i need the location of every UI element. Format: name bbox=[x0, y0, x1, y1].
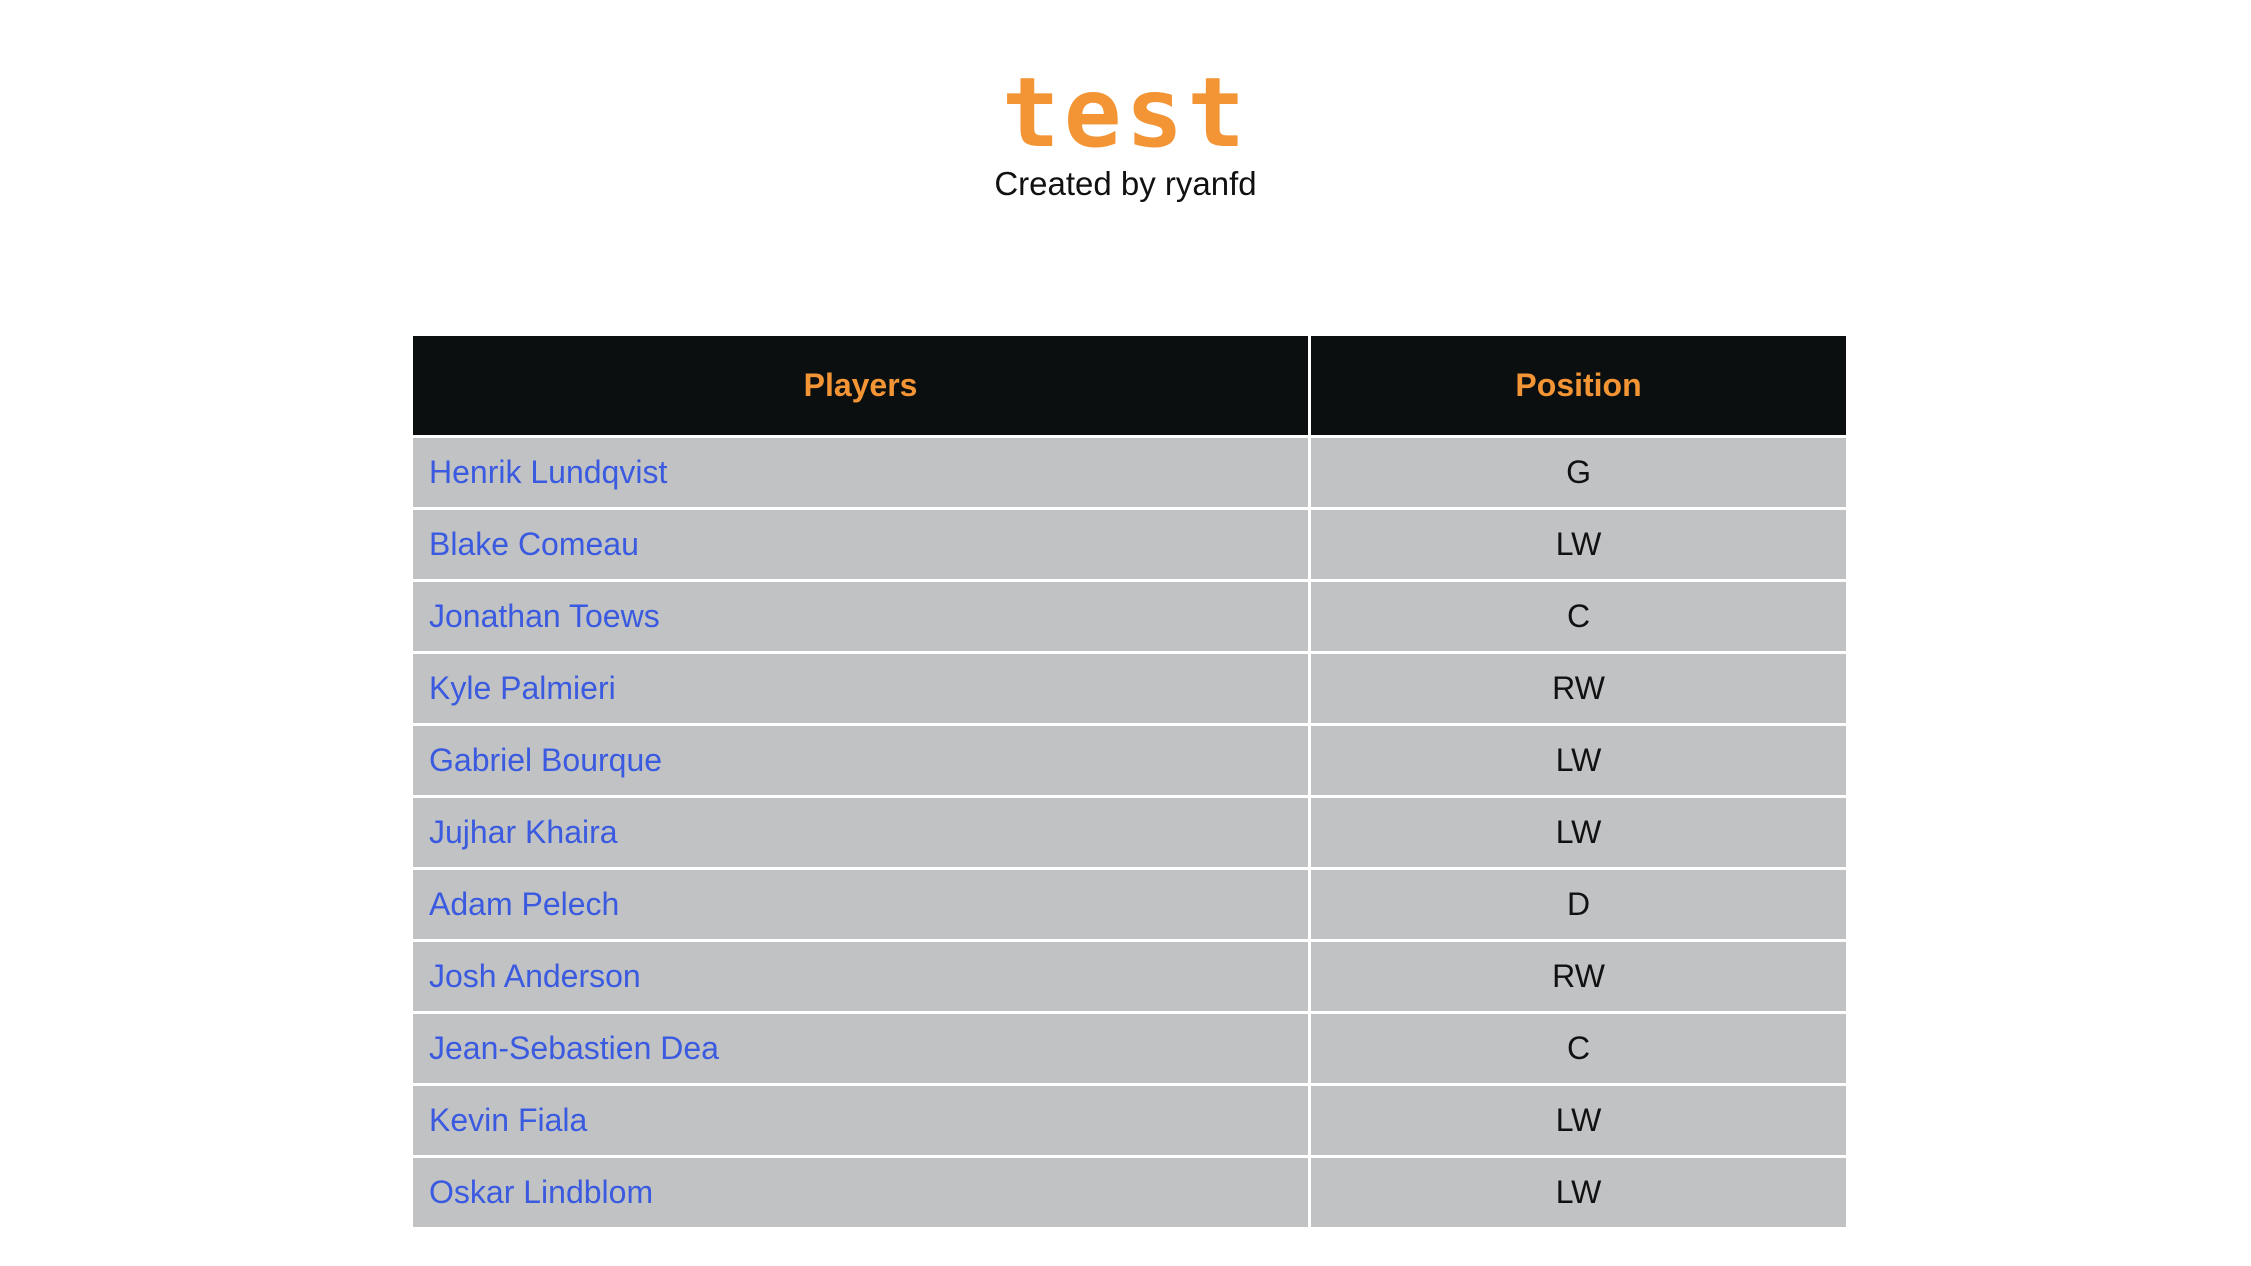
position-cell: C bbox=[1311, 1014, 1846, 1083]
page-title: test bbox=[1001, 57, 1250, 169]
player-link[interactable]: Henrik Lundqvist bbox=[413, 438, 1309, 507]
player-link[interactable]: Jujhar Khaira bbox=[413, 798, 1309, 867]
table-row: Kyle Palmieri RW bbox=[413, 654, 1846, 723]
position-cell: LW bbox=[1311, 1158, 1846, 1227]
position-cell: C bbox=[1311, 582, 1846, 651]
table-row: Adam Pelech D bbox=[413, 870, 1846, 939]
position-cell: RW bbox=[1311, 942, 1846, 1011]
column-header-players: Players bbox=[413, 336, 1309, 435]
player-link[interactable]: Adam Pelech bbox=[413, 870, 1309, 939]
table-row: Kevin Fiala LW bbox=[413, 1086, 1846, 1155]
table-row: Jonathan Toews C bbox=[413, 582, 1846, 651]
position-cell: RW bbox=[1311, 654, 1846, 723]
player-link[interactable]: Blake Comeau bbox=[413, 510, 1309, 579]
table-row: Oskar Lindblom LW bbox=[413, 1158, 1846, 1227]
table-row: Blake Comeau LW bbox=[413, 510, 1846, 579]
column-header-position: Position bbox=[1311, 336, 1846, 435]
page-subtitle: Created by ryanfd bbox=[994, 165, 1257, 202]
table-row: Josh Anderson RW bbox=[413, 942, 1846, 1011]
player-link[interactable]: Jean-Sebastien Dea bbox=[413, 1014, 1309, 1083]
position-cell: LW bbox=[1311, 1086, 1846, 1155]
position-cell: LW bbox=[1311, 510, 1846, 579]
position-cell: LW bbox=[1311, 726, 1846, 795]
player-link[interactable]: Jonathan Toews bbox=[413, 582, 1309, 651]
table-body: Henrik Lundqvist G Blake Comeau LW Jonathan … bbox=[413, 438, 1846, 1227]
table-row: Gabriel Bourque LW bbox=[413, 726, 1846, 795]
players-table: Players Position Henrik Lundqvist G Blake … bbox=[410, 333, 1849, 1230]
table-header-row: Players Position bbox=[413, 336, 1846, 435]
table-row: Henrik Lundqvist G bbox=[413, 438, 1846, 507]
player-link[interactable]: Josh Anderson bbox=[413, 942, 1309, 1011]
player-link[interactable]: Kevin Fiala bbox=[413, 1086, 1309, 1155]
player-link[interactable]: Gabriel Bourque bbox=[413, 726, 1309, 795]
position-cell: G bbox=[1311, 438, 1846, 507]
player-link[interactable]: Kyle Palmieri bbox=[413, 654, 1309, 723]
player-link[interactable]: Oskar Lindblom bbox=[413, 1158, 1309, 1227]
table-row: Jean-Sebastien Dea C bbox=[413, 1014, 1846, 1083]
position-cell: D bbox=[1311, 870, 1846, 939]
table-row: Jujhar Khaira LW bbox=[413, 798, 1846, 867]
page: test Created by ryanfd Players Position … bbox=[0, 0, 2251, 1266]
position-cell: LW bbox=[1311, 798, 1846, 867]
